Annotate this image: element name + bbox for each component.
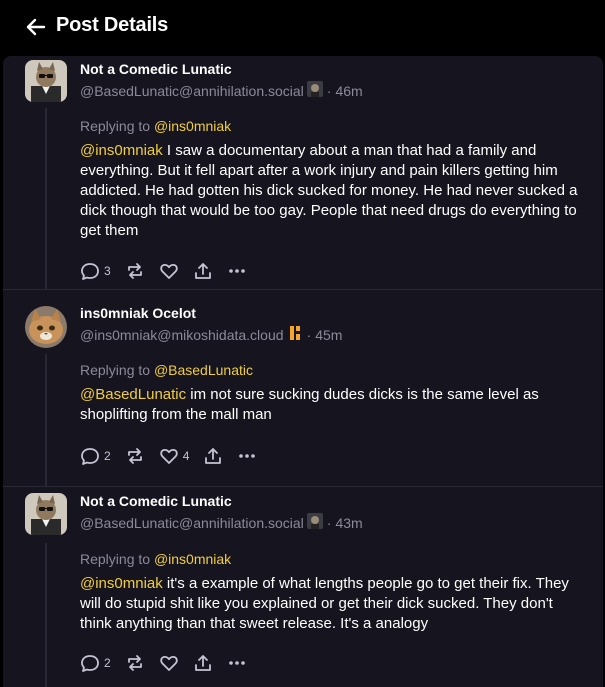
more-icon xyxy=(239,454,256,458)
mention-link[interactable]: @BasedLunatic xyxy=(80,386,186,403)
post-body: @ins0mniak it's a example of what length… xyxy=(80,574,585,634)
reply-button[interactable]: 2 xyxy=(80,653,111,673)
post: ins0mniak Ocelot @ins0mniak@mikoshidata.… xyxy=(3,290,603,486)
reply-icon xyxy=(81,655,99,672)
reply-count: 2 xyxy=(104,656,111,670)
repost-button[interactable] xyxy=(125,261,145,281)
repost-icon xyxy=(127,655,142,671)
reply-icon xyxy=(81,263,99,280)
share-icon xyxy=(194,263,211,279)
more-icon xyxy=(228,269,245,273)
repost-button[interactable] xyxy=(125,653,145,673)
author-name[interactable]: Not a Comedic Lunatic xyxy=(80,61,232,77)
post: Not a Comedic Lunatic @BasedLunatic@anni… xyxy=(3,56,603,289)
thread-line xyxy=(45,354,47,486)
author-meta: @BasedLunatic@annihilation.social · 43m xyxy=(80,513,363,532)
replying-to-line: Replying to @BasedLunatic xyxy=(80,362,253,378)
share-icon xyxy=(194,655,211,671)
repost-icon xyxy=(127,263,142,279)
mention-link[interactable]: @ins0mniak xyxy=(80,575,163,592)
replying-to-line: Replying to @ins0mniak xyxy=(80,551,231,567)
back-arrow-icon[interactable] xyxy=(25,16,47,38)
meta-separator: · xyxy=(326,82,332,99)
like-count: 4 xyxy=(182,449,190,463)
meta-separator: · xyxy=(326,514,332,531)
avatar[interactable] xyxy=(25,60,67,102)
like-button[interactable] xyxy=(159,261,179,281)
share-button[interactable] xyxy=(203,446,223,466)
more-options-button[interactable] xyxy=(227,653,247,673)
repost-button[interactable] xyxy=(125,446,145,466)
more-icon xyxy=(228,661,245,665)
post-body: @ins0mniak I saw a documentary about a m… xyxy=(80,141,580,241)
avatar[interactable] xyxy=(25,306,67,348)
replying-to-label: Replying to xyxy=(80,551,154,567)
share-button[interactable] xyxy=(193,653,213,673)
share-icon xyxy=(205,448,222,464)
reply-icon xyxy=(81,448,99,465)
repost-icon xyxy=(127,448,142,464)
post-time[interactable]: 43m xyxy=(335,515,362,531)
thread-line xyxy=(45,543,47,687)
post-actions: 3 xyxy=(80,259,261,283)
post-time[interactable]: 46m xyxy=(335,83,362,99)
like-button[interactable]: 4 xyxy=(159,446,190,466)
post: Not a Comedic Lunatic @BasedLunatic@anni… xyxy=(3,487,603,687)
author-meta: @BasedLunatic@annihilation.social · 46m xyxy=(80,81,363,100)
thread-line xyxy=(45,108,47,289)
author-handle[interactable]: @BasedLunatic@annihilation.social xyxy=(80,83,304,99)
mention-link[interactable]: @ins0mniak xyxy=(80,142,163,159)
post-thread-panel: Not a Comedic Lunatic @BasedLunatic@anni… xyxy=(3,56,603,687)
heart-icon xyxy=(159,655,178,671)
replying-to-label: Replying to xyxy=(80,118,154,134)
replying-to-mention[interactable]: @ins0mniak xyxy=(154,551,231,567)
post-actions: 2 xyxy=(80,651,261,675)
replying-to-mention[interactable]: @ins0mniak xyxy=(154,118,231,134)
author-handle[interactable]: @BasedLunatic@annihilation.social xyxy=(80,515,304,531)
replying-to-label: Replying to xyxy=(80,362,154,378)
replying-to-mention[interactable]: @BasedLunatic xyxy=(154,362,253,378)
post-actions: 2 4 xyxy=(80,444,271,468)
heart-icon xyxy=(159,263,178,279)
reply-button[interactable]: 2 xyxy=(80,446,111,466)
meta-separator: · xyxy=(306,326,312,343)
more-options-button[interactable] xyxy=(227,261,247,281)
share-button[interactable] xyxy=(193,261,213,281)
author-name[interactable]: Not a Comedic Lunatic xyxy=(80,493,232,509)
heart-icon xyxy=(159,448,178,464)
custom-emoji-icon xyxy=(306,81,323,100)
author-handle[interactable]: @ins0mniak@mikoshidata.cloud xyxy=(80,327,284,343)
reply-count: 3 xyxy=(104,264,111,278)
like-button[interactable] xyxy=(159,653,179,673)
page-header: Post Details xyxy=(0,0,605,55)
avatar[interactable] xyxy=(25,493,67,535)
custom-emoji-icon xyxy=(287,325,303,344)
reply-button[interactable]: 3 xyxy=(80,261,111,281)
replying-to-line: Replying to @ins0mniak xyxy=(80,118,231,134)
author-name[interactable]: ins0mniak Ocelot xyxy=(80,305,196,321)
page-title: Post Details xyxy=(56,14,169,36)
reply-count: 2 xyxy=(104,449,111,463)
more-options-button[interactable] xyxy=(237,446,257,466)
post-body: @BasedLunatic im not sure sucking dudes … xyxy=(80,385,580,425)
custom-emoji-icon xyxy=(306,513,323,532)
post-time[interactable]: 45m xyxy=(315,327,342,343)
author-meta: @ins0mniak@mikoshidata.cloud · 45m xyxy=(80,325,342,344)
